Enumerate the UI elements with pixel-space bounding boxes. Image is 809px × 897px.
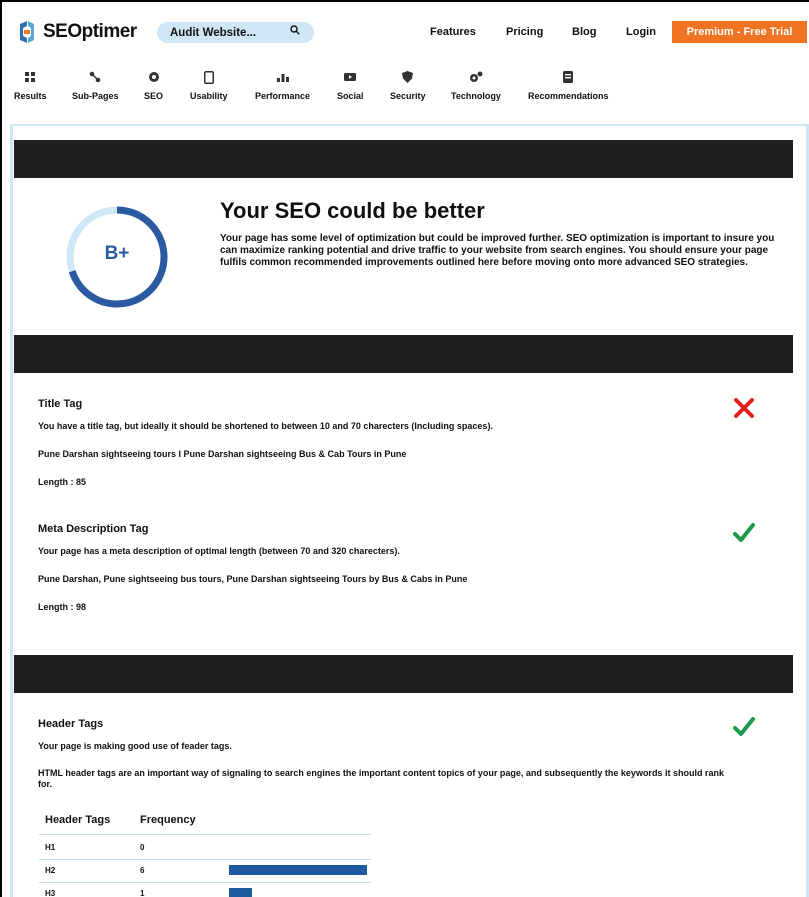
premium-free-trial-button[interactable]: Premium - Free Trial	[672, 21, 807, 43]
recommendations-icon	[561, 70, 575, 84]
title-tag-message: You have a title tag, but ideally it sho…	[38, 421, 493, 431]
search-icon[interactable]	[290, 25, 300, 38]
tab-label: Performance	[255, 91, 311, 101]
table-cell-tag: H1	[45, 843, 56, 852]
meta-description-value: Pune Darshan, Pune sightseeing bus tours…	[38, 574, 468, 584]
frequency-bar	[229, 888, 252, 897]
technology-icon	[469, 70, 483, 84]
tab-label: Recommendations	[528, 91, 609, 101]
meta-description-length: Length : 98	[38, 602, 87, 612]
table-cell-tag: H2	[45, 866, 56, 875]
fail-x-icon	[734, 398, 754, 418]
nav-features[interactable]: Features	[430, 26, 476, 38]
header-tags-description: HTML header tags are an important way of…	[38, 768, 724, 789]
premium-label: Premium - Free Trial	[686, 26, 793, 38]
social-icon	[343, 70, 357, 84]
table-divider	[39, 882, 371, 883]
table-header-frequency: Frequency	[140, 814, 196, 826]
meta-description-message: Your page has a meta description of opti…	[38, 546, 400, 556]
section-header-band	[14, 655, 793, 693]
logo[interactable]: SEOptimer	[15, 20, 137, 44]
table-cell-frequency: 6	[140, 866, 145, 875]
tab-label: SEO	[144, 91, 164, 101]
tab-label: Usability	[190, 91, 228, 101]
audit-website-label: Audit Website...	[170, 26, 257, 39]
tab-performance[interactable]: Performance	[255, 70, 310, 101]
tab-label: Security	[390, 91, 426, 101]
table-divider	[39, 834, 371, 835]
tab-label: Sub-Pages	[72, 91, 119, 101]
tab-results[interactable]: Results	[14, 70, 47, 101]
security-icon	[401, 70, 415, 84]
table-divider	[39, 859, 371, 860]
results-icon	[23, 70, 37, 84]
section-header-band	[14, 335, 793, 373]
table-cell-frequency: 1	[140, 889, 145, 897]
subpages-icon	[88, 70, 102, 84]
performance-icon	[276, 70, 290, 84]
tab-social[interactable]: Social	[337, 70, 364, 101]
header-tags-heading: Header Tags	[38, 718, 104, 730]
top-navbar: SEOptimer Audit Website... Features Pric…	[0, 0, 809, 62]
table-header-tag: Header Tags	[45, 814, 111, 826]
seo-icon	[147, 70, 161, 84]
logo-icon	[20, 21, 34, 43]
nav-blog[interactable]: Blog	[572, 26, 596, 38]
report-tabs: Results Sub-Pages SEO Usability Performa…	[0, 62, 809, 122]
tab-security[interactable]: Security	[390, 70, 426, 101]
section-header-band	[14, 140, 793, 178]
table-cell-frequency: 0	[140, 843, 145, 852]
title-tag-length: Length : 85	[38, 477, 87, 487]
tab-technology[interactable]: Technology	[451, 70, 501, 101]
header-tags-message: Your page is making good use of feader t…	[38, 741, 232, 751]
tab-label: Technology	[451, 91, 501, 101]
tab-label: Results	[14, 91, 47, 101]
nav-login[interactable]: Login	[626, 26, 656, 38]
title-tag-heading: Title Tag	[38, 398, 83, 410]
tab-seo[interactable]: SEO	[144, 70, 163, 101]
grade-value: B+	[104, 243, 130, 264]
table-cell-tag: H3	[45, 889, 56, 897]
title-tag-value: Pune Darshan sightseeing tours I Pune Da…	[38, 449, 407, 459]
grade-title: Your SEO could be better	[220, 198, 485, 223]
tab-usability[interactable]: Usability	[190, 70, 228, 101]
tab-sub-pages[interactable]: Sub-Pages	[72, 70, 119, 101]
logo-text: SEOptimer	[43, 21, 137, 42]
grade-description: Your page has some level of optimization…	[220, 233, 775, 268]
frequency-bar	[229, 865, 367, 875]
audit-website-input[interactable]: Audit Website...	[157, 22, 314, 43]
pass-check-icon	[733, 523, 755, 542]
usability-icon	[202, 70, 216, 84]
nav-pricing[interactable]: Pricing	[506, 26, 543, 38]
meta-description-heading: Meta Description Tag	[38, 523, 149, 535]
tab-label: Social	[337, 91, 364, 101]
pass-check-icon	[733, 717, 755, 736]
tab-recommendations[interactable]: Recommendations	[528, 70, 609, 101]
